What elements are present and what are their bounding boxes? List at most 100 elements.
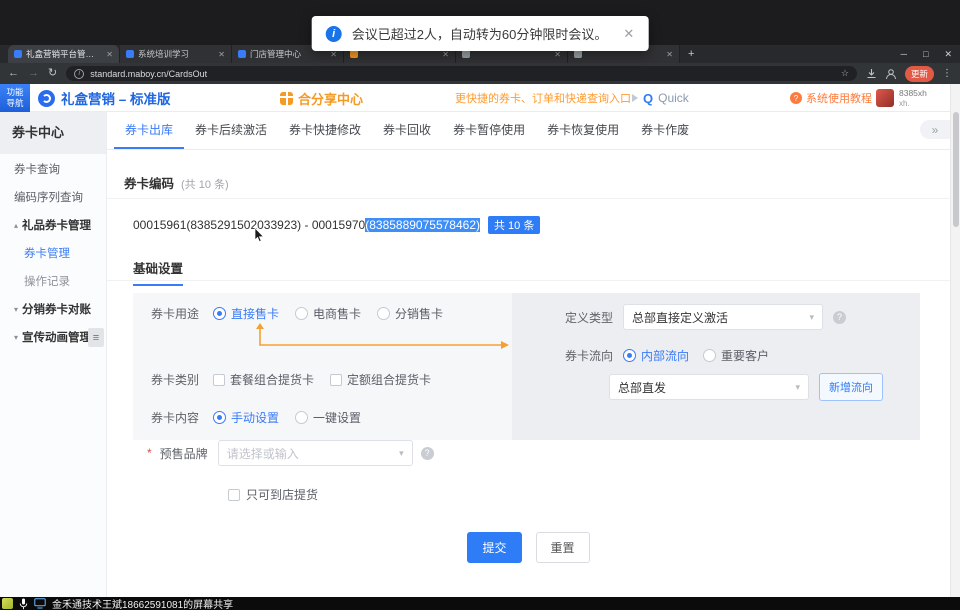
checkbox-combo-pickup-card[interactable]: 套餐组合提货卡 <box>213 371 314 388</box>
window-controls: ─ □ ✕ <box>901 45 952 63</box>
store-pickup-row[interactable]: 只可到店提货 <box>228 486 318 503</box>
radio-distribution-sale[interactable]: 分销售卡 <box>377 305 443 322</box>
select-placeholder: 请选择或输入 <box>227 445 299 462</box>
radio-icon <box>377 307 390 320</box>
browser-tab-active[interactable]: 礼盒营销平台管理中心 ✕ <box>8 45 120 63</box>
microphone-icon[interactable] <box>19 598 28 610</box>
tab-card-recycle[interactable]: 券卡回收 <box>372 112 442 149</box>
url-bar[interactable]: i standard.maboy.cn/CardsOut ☆ <box>66 66 857 81</box>
share-center-link[interactable]: 合分享中心 <box>280 84 363 112</box>
sidebar-item-card-query[interactable]: 券卡查询 <box>0 156 106 182</box>
radio-ecommerce-sale[interactable]: 电商售卡 <box>295 305 361 322</box>
screen-share-icon[interactable] <box>34 598 46 609</box>
function-nav-button[interactable]: 功能 导航 <box>0 84 30 112</box>
panel-collapse-button[interactable]: » <box>920 120 950 139</box>
presale-brand-label: 预售品牌 <box>160 445 208 462</box>
tab-card-resume[interactable]: 券卡恢复使用 <box>536 112 630 149</box>
tab-card-suspend[interactable]: 券卡暂停使用 <box>442 112 536 149</box>
profile-icon[interactable] <box>885 68 897 80</box>
help-icon: ? <box>790 92 802 104</box>
sidebar-item-label: 券卡查询 <box>14 161 60 177</box>
checkbox-fixed-combo-pickup-card[interactable]: 定额组合提货卡 <box>330 371 431 388</box>
favicon <box>350 50 358 58</box>
reload-button[interactable]: ↻ <box>48 68 57 79</box>
radio-icon <box>213 307 226 320</box>
tab-card-activation[interactable]: 券卡后续激活 <box>184 112 278 149</box>
chevron-down-icon: ▾ <box>399 448 404 459</box>
tab-close-icon[interactable]: ✕ <box>106 50 113 59</box>
sidebar-collapse-handle[interactable]: ≡ <box>88 328 104 347</box>
radio-label: 内部流向 <box>641 347 689 364</box>
card-flow-row: 券卡流向 内部流向 重要客户 <box>565 347 785 364</box>
promo-link[interactable]: 更快捷的券卡、订单和快递查询入口 <box>455 84 631 112</box>
checkbox-label: 只可到店提货 <box>246 486 318 503</box>
sidebar-group-distribution-reconciliation[interactable]: ▾ 分销券卡对账 <box>0 296 106 322</box>
new-tab-button[interactable]: + <box>680 45 702 63</box>
code-range-plain: 00015961(8385291502033923) - 00015970 <box>133 218 365 232</box>
activation-panel: 定义类型 总部直接定义激活 ▾ ? 券卡流向 内部流向 重要客户 <box>512 293 920 440</box>
sidebar-group-gift-card-management[interactable]: ▴ 礼品券卡管理 <box>0 212 106 238</box>
close-icon[interactable]: ✕ <box>623 26 634 42</box>
forward-button[interactable]: → <box>28 68 39 79</box>
section-title: 券卡编码 <box>124 173 174 192</box>
mouse-cursor <box>254 228 265 243</box>
define-type-select[interactable]: 总部直接定义激活 ▾ <box>623 304 823 330</box>
checkbox-label: 套餐组合提货卡 <box>230 371 314 388</box>
radio-important-customer[interactable]: 重要客户 <box>703 347 769 364</box>
main-content: 券卡出库 券卡后续激活 券卡快捷修改 券卡回收 券卡暂停使用 券卡恢复使用 券卡… <box>107 112 950 597</box>
select-value: 总部直接定义激活 <box>632 309 728 326</box>
bookmark-star-icon[interactable]: ☆ <box>841 68 849 79</box>
add-flow-button[interactable]: 新增流向 <box>819 373 883 401</box>
browser-tab[interactable]: 系统培训学习 ✕ <box>120 45 232 63</box>
radio-label: 手动设置 <box>231 409 279 426</box>
sidebar-item-code-sequence-query[interactable]: 编码序列查询 <box>0 184 106 210</box>
window-minimize-button[interactable]: ─ <box>901 49 907 59</box>
sidebar-item-card-management[interactable]: 券卡管理 <box>0 240 106 266</box>
sidebar-item-operation-records[interactable]: 操作记录 <box>0 268 106 294</box>
card-category-label: 券卡类别 <box>151 371 199 388</box>
radio-internal-flow[interactable]: 内部流向 <box>623 347 689 364</box>
site-info-icon[interactable]: i <box>74 69 84 79</box>
tab-card-quick-edit[interactable]: 券卡快捷修改 <box>278 112 372 149</box>
brand-title: 礼盒营销 – 标准版 <box>61 88 171 108</box>
brand-logo: 礼盒营销 – 标准版 <box>38 84 171 112</box>
card-usage-row: 券卡用途 直接售卡 电商售卡 分销售卡 <box>151 305 459 322</box>
chrome-update-button[interactable]: 更新 <box>905 66 934 82</box>
radio-direct-sale[interactable]: 直接售卡 <box>213 305 279 322</box>
tab-card-outbound[interactable]: 券卡出库 <box>114 112 184 149</box>
window-close-button[interactable]: ✕ <box>944 49 952 60</box>
tutorial-link[interactable]: ? 系统使用教程 <box>790 84 872 112</box>
presale-brand-select[interactable]: 请选择或输入 ▾ <box>218 440 413 466</box>
basic-settings-tab[interactable]: 基础设置 <box>133 258 183 286</box>
chevron-down-icon: ▾ <box>795 382 800 393</box>
flow-select[interactable]: 总部直发 ▾ <box>609 374 809 400</box>
sidebar-item-label: 编码序列查询 <box>14 189 83 205</box>
user-name: 8385xh xh. <box>899 88 927 109</box>
quick-search[interactable]: Q Quick <box>632 84 689 112</box>
card-category-row: 券卡类别 套餐组合提货卡 定额组合提货卡 <box>151 371 447 388</box>
back-button[interactable]: ← <box>8 68 19 79</box>
radio-manual-setup[interactable]: 手动设置 <box>213 409 279 426</box>
toast-message: 会议已超过2人，自动转为60分钟限时会议。 <box>352 24 608 43</box>
code-range-selected: (8385889075578462) <box>365 218 480 232</box>
submit-button[interactable]: 提交 <box>467 532 521 563</box>
user-menu[interactable]: 8385xh xh. <box>876 84 927 112</box>
page-scrollbar[interactable] <box>950 84 960 597</box>
download-icon[interactable] <box>866 68 877 79</box>
help-icon[interactable]: ? <box>421 447 434 460</box>
tab-close-icon[interactable]: ✕ <box>666 50 673 59</box>
define-type-row: 定义类型 总部直接定义激活 ▾ ? <box>565 304 846 330</box>
help-icon[interactable]: ? <box>833 311 846 324</box>
chevron-down-icon: ▾ <box>809 312 814 323</box>
radio-icon <box>295 411 308 424</box>
select-value: 总部直发 <box>618 379 666 396</box>
reset-button[interactable]: 重置 <box>536 532 590 563</box>
url-text[interactable]: standard.maboy.cn/CardsOut <box>90 69 835 79</box>
window-maximize-button[interactable]: □ <box>923 49 928 59</box>
card-flow-label: 券卡流向 <box>565 347 613 364</box>
tab-close-icon[interactable]: ✕ <box>218 50 225 59</box>
browser-menu-icon[interactable]: ⋮ <box>942 68 952 79</box>
tab-card-void[interactable]: 券卡作废 <box>630 112 700 149</box>
radio-one-click-setup[interactable]: 一键设置 <box>295 409 361 426</box>
scrollbar-thumb[interactable] <box>953 112 959 227</box>
